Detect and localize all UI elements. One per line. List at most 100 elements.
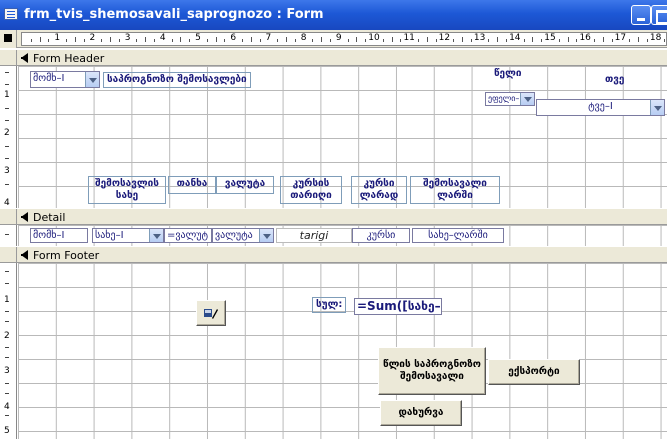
combo-currency[interactable]: ვალუტა — [212, 228, 274, 243]
ruler-tick — [418, 39, 419, 42]
ruler-number: 5 — [195, 33, 201, 43]
ruler-number: 14 — [509, 33, 521, 43]
ruler-tick — [532, 37, 534, 42]
ruler-tick — [576, 39, 578, 42]
ruler-tick — [242, 39, 243, 42]
chevron-down-icon[interactable] — [520, 93, 534, 105]
ruler-tick — [48, 39, 50, 42]
field-source[interactable]: მომხ–I — [30, 228, 88, 243]
label-month: თვე — [605, 74, 625, 85]
ruler-tick — [259, 39, 261, 42]
ruler-number: 18 — [649, 33, 662, 43]
ruler-tick — [83, 39, 85, 42]
export-button[interactable]: ექსპორტი — [488, 359, 580, 385]
form-header-grid[interactable]: მომხ–I საპროგნოზო შემოსავლები წელი თვე ე… — [18, 66, 667, 208]
col-header-rate-date: კურსის თარიღი — [280, 176, 342, 204]
combo-value: ტვე–I — [588, 101, 613, 112]
form-footer-grid[interactable]: სულ: =Sum([სახე– წლის საპროგნოზო შემოსავ… — [18, 263, 667, 439]
field-income-gel[interactable]: სახე–ლარში — [412, 228, 504, 243]
ruler-tick — [294, 39, 296, 42]
ruler-tick — [250, 37, 252, 42]
col-header-income-gel: შემოსავალი ლარში — [410, 176, 500, 204]
section-label-form-footer: Form Footer — [33, 249, 100, 262]
col-header-amount: თანხა — [168, 176, 216, 194]
ruler-number: 11 — [403, 33, 415, 43]
col-header-income-type: შემოსავლის სახე — [88, 176, 166, 204]
vruler-number: 1 — [4, 90, 10, 100]
combo-value: მომხ–I — [33, 73, 65, 84]
ruler-tick — [286, 37, 287, 42]
edit-button[interactable] — [196, 300, 226, 326]
combo-month-right[interactable]: ტვე–I — [536, 99, 665, 116]
field-rate-date[interactable]: tarigi — [276, 228, 352, 243]
vruler-number: 3 — [4, 366, 10, 376]
ruler-tick — [30, 39, 32, 42]
ruler-tick — [154, 39, 155, 42]
horizontal-ruler: 1 2 3 4 5 6 7 8 9 10 11 12 13 14 15 16 17 18 — [21, 32, 667, 46]
ruler-tick — [206, 39, 208, 42]
sum-label: სულ: — [312, 297, 347, 313]
ruler-number: 13 — [473, 33, 486, 43]
vruler-number: 1 — [4, 295, 10, 305]
section-arrow-icon — [21, 53, 28, 63]
ruler-tick — [638, 37, 639, 42]
section-selector[interactable] — [0, 209, 17, 224]
section-label-detail: Detail — [33, 211, 66, 224]
ruler-tick — [497, 37, 499, 42]
maximize-icon[interactable] — [651, 5, 667, 25]
section-selector[interactable] — [0, 247, 17, 262]
ruler-tick — [426, 37, 428, 42]
ruler-tick — [180, 37, 182, 42]
field-rate[interactable]: კურსი — [352, 228, 410, 243]
ruler-tick — [453, 39, 455, 42]
ruler-tick — [189, 39, 191, 42]
horizontal-ruler-row: 1 2 3 4 5 6 7 8 9 10 11 12 13 14 15 16 17 18 — [0, 30, 667, 48]
section-bar-form-header[interactable]: Form Header — [0, 49, 667, 66]
col-header-currency: ვალუტა — [216, 176, 274, 194]
vruler-number: 4 — [4, 198, 10, 208]
detail-grid[interactable]: მომხ–I სახე–I =ვალუტ ვალუტა tarigi კურსი… — [18, 225, 667, 246]
chevron-down-icon[interactable] — [149, 229, 163, 242]
title-label: საპროგნოზო შემოსავლები — [103, 72, 251, 88]
chevron-down-icon[interactable] — [650, 100, 664, 115]
vertical-ruler-header: 1 2 3 4 — [0, 66, 17, 208]
minimize-icon[interactable] — [631, 5, 651, 25]
close-button[interactable]: დახურვა — [380, 400, 462, 426]
vruler-number: 3 — [4, 166, 10, 176]
ruler-number: 4 — [159, 33, 166, 43]
combo-income-type[interactable]: სახე–I — [92, 228, 164, 243]
ruler-tick — [365, 39, 367, 42]
ruler-number: 12 — [438, 33, 451, 43]
ruler-number: 10 — [368, 33, 380, 43]
window-titlebar: frm_tvis_shemosavali_saprognozo : Form — [0, 0, 667, 30]
year-income-button[interactable]: წლის საპროგნოზო შემოსავალი — [378, 347, 486, 395]
form-selector[interactable] — [0, 30, 17, 48]
combo-month-left[interactable]: მომხ–I — [30, 71, 100, 88]
ruler-tick — [400, 39, 402, 42]
vruler-number: 2 — [4, 128, 10, 138]
vruler-number: 5 — [4, 426, 10, 436]
section-selector[interactable] — [0, 50, 17, 65]
ruler-tick — [145, 37, 147, 42]
ruler-tick — [224, 39, 226, 42]
ruler-tick — [66, 39, 67, 42]
combo-year[interactable]: ეფელი– — [485, 92, 535, 106]
section-bar-form-footer[interactable]: Form Footer — [0, 246, 667, 263]
section-bar-detail[interactable]: Detail — [0, 208, 667, 225]
ruler-number: 15 — [544, 33, 556, 43]
ruler-tick — [312, 39, 314, 42]
chevron-down-icon[interactable] — [85, 72, 99, 87]
field-amount[interactable]: =ვალუტ — [164, 228, 212, 243]
sum-field[interactable]: =Sum([სახე– — [354, 298, 442, 315]
combo-value: ეფელი– — [488, 94, 520, 103]
chevron-down-icon[interactable] — [259, 229, 273, 242]
ruler-tick — [523, 39, 525, 42]
vertical-ruler-detail — [0, 225, 17, 246]
ruler-number: 8 — [300, 33, 307, 43]
form-icon[interactable] — [4, 8, 18, 20]
ruler-tick — [462, 37, 463, 42]
ruler-number: 7 — [265, 33, 272, 43]
ruler-number: 3 — [124, 33, 131, 43]
ruler-tick — [506, 39, 507, 42]
section-arrow-icon — [21, 212, 28, 222]
